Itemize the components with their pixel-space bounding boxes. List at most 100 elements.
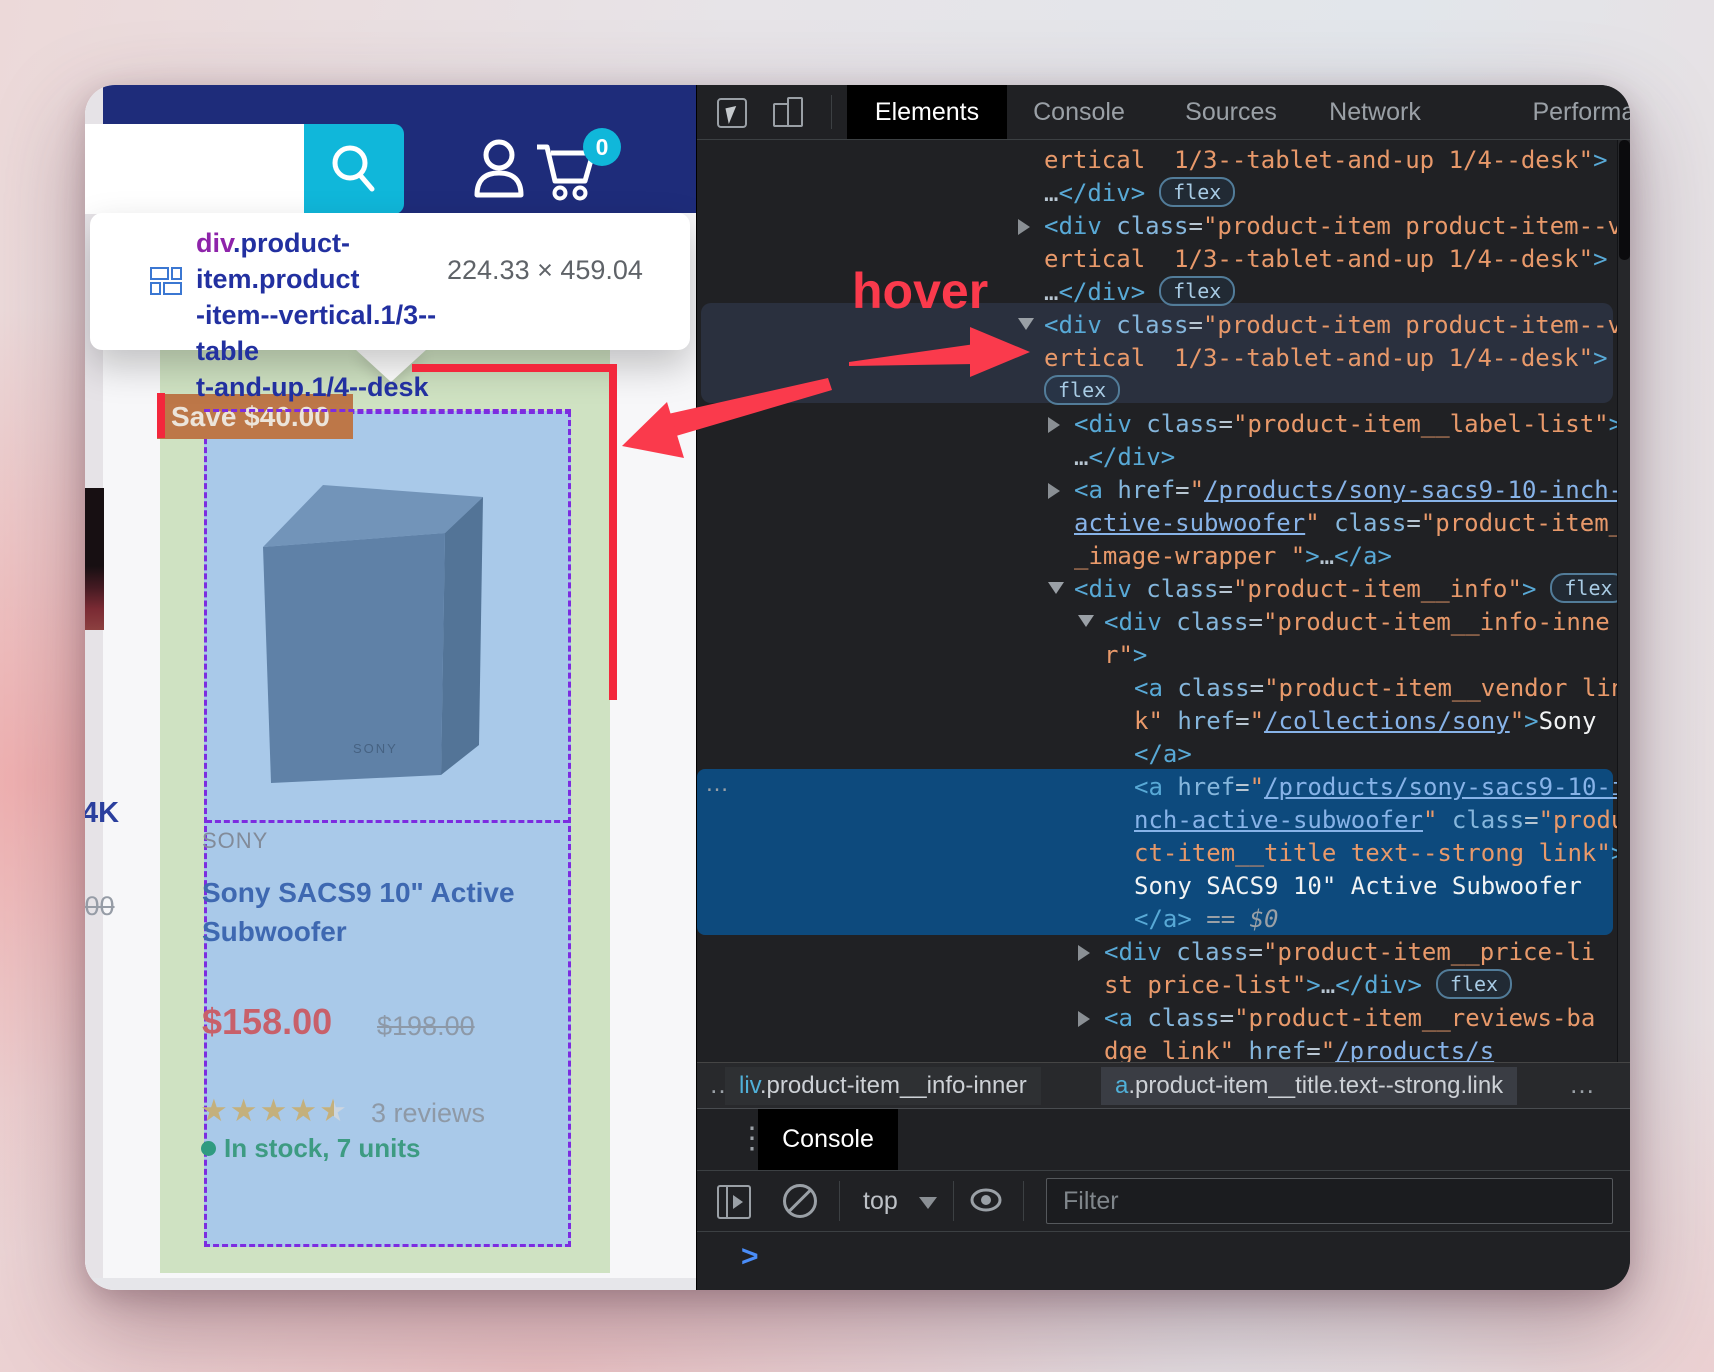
eye-icon[interactable] (969, 1185, 1003, 1215)
code-token: = (1249, 608, 1263, 636)
tab-console-drawer[interactable]: Console (758, 1109, 898, 1170)
devtools-tree-row[interactable]: ct-item__title text--strong link"> (1134, 837, 1625, 869)
devtools-tree-row[interactable]: <div class="product-item product-item--v (1044, 210, 1622, 242)
code-token: " (1510, 707, 1524, 735)
code-token: </a> (1134, 905, 1192, 933)
tab-performance[interactable]: Performance (1479, 85, 1630, 139)
devtools-tree-row[interactable]: …</div> (1074, 441, 1175, 473)
code-token: = (1219, 410, 1233, 438)
expand-open-icon[interactable] (1018, 318, 1034, 330)
breadcrumb-right-more[interactable]: … (1569, 1067, 1597, 1105)
devtools-tree-row[interactable]: <a class="product-item__vendor lin (1134, 672, 1625, 704)
search-button[interactable] (304, 124, 404, 214)
code-token: > (1593, 344, 1607, 372)
devtools-tree-row[interactable]: <a class="product-item__reviews-ba (1104, 1002, 1595, 1034)
tree-scrollbar-thumb[interactable] (1619, 140, 1630, 260)
code-token: class (1176, 938, 1248, 966)
devtools-tree-row[interactable]: k" href="/collections/sony">Sony (1134, 705, 1596, 737)
product-image-subwoofer[interactable]: SONY (235, 445, 495, 790)
devtools-tree-row[interactable]: …</div>flex (1044, 276, 1235, 308)
search-input[interactable] (85, 124, 304, 214)
expand-closed-icon[interactable] (1048, 417, 1060, 433)
expand-open-icon[interactable] (1048, 582, 1064, 594)
tab-elements[interactable]: Elements (847, 85, 1007, 139)
tree-scrollbar[interactable] (1617, 140, 1630, 1062)
code-token: " (1321, 1037, 1335, 1062)
tab-sources[interactable]: Sources (1171, 85, 1291, 139)
code-token: " (1423, 806, 1437, 834)
devtools-tree-row[interactable]: </a> == $0 (1134, 903, 1279, 935)
devtools-tree-row[interactable]: nch-active-subwoofer" class="produ (1134, 804, 1625, 836)
flex-badge[interactable]: flex (1436, 969, 1512, 999)
devtools-tree-row[interactable]: active-subwoofer" class="product-item_ (1074, 507, 1623, 539)
devtools-tree-row[interactable]: <div class="product-item__info-inne (1104, 606, 1610, 638)
tab-console[interactable]: Console (1019, 85, 1139, 139)
devtools-tree-row[interactable]: <a href="/products/sony-sacs9-10-i (1134, 771, 1625, 803)
devtools-tree-row[interactable]: Sony SACS9 10" Active Subwoofer (1134, 870, 1582, 902)
product-title-link[interactable]: Sony SACS9 10" Active Subwoofer (202, 873, 515, 951)
console-prompt-chevron[interactable]: > (741, 1240, 759, 1274)
code-token: class (1177, 674, 1249, 702)
code-token: ertical 1/3--tablet-and-up 1/4--desk" (1044, 245, 1593, 273)
devtools-tree-row[interactable]: <div class="product-item product-item--v (1044, 309, 1622, 341)
devtools-tree-row[interactable]: <div class="product-item__label-list"> (1074, 408, 1623, 440)
devtools-tree-row[interactable]: </a> (1134, 738, 1192, 770)
breadcrumb-item[interactable]: liv.product-item__info-inner (725, 1067, 1041, 1105)
account-icon[interactable] (471, 137, 527, 199)
code-token: /products/s (1335, 1037, 1494, 1062)
code-token: = (1189, 212, 1203, 240)
devtools-tree-row[interactable]: ertical 1/3--tablet-and-up 1/4--desk"> (1044, 243, 1608, 275)
code-token: st price-list" (1104, 971, 1306, 999)
code-token: = (1235, 773, 1249, 801)
overlay-dash-divider (206, 820, 569, 823)
code-token: = (1250, 674, 1264, 702)
code-token: "product-item__reviews-ba (1234, 1004, 1595, 1032)
devtools-tree-row[interactable]: ertical 1/3--tablet-and-up 1/4--desk"> (1044, 342, 1608, 374)
devtools-tree-row[interactable]: st price-list">…</div>flex (1104, 969, 1512, 1001)
expand-closed-icon[interactable] (1078, 945, 1090, 961)
clear-console-icon[interactable] (783, 1184, 817, 1218)
code-token: href (1177, 707, 1235, 735)
review-count[interactable]: 3 reviews (371, 1098, 485, 1129)
flex-badge[interactable]: flex (1159, 177, 1235, 207)
flex-badge[interactable]: flex (1159, 276, 1235, 306)
expand-open-icon[interactable] (1078, 615, 1094, 627)
devtools-tree-row[interactable]: r"> (1104, 639, 1147, 671)
product-vendor[interactable]: SONY (202, 828, 268, 854)
devtools-tree-row[interactable]: <div class="product-item__price-li (1104, 936, 1595, 968)
expand-closed-icon[interactable] (1078, 1011, 1090, 1027)
console-filter-input[interactable]: Filter (1046, 1178, 1613, 1224)
tooltip-dimensions: 224.33 × 459.04 (447, 255, 643, 286)
code-token: <a (1134, 773, 1163, 801)
code-token: = (1306, 1037, 1320, 1062)
flex-badge[interactable]: flex (1550, 573, 1626, 603)
expand-closed-icon[interactable] (1048, 483, 1060, 499)
tab-network[interactable]: Network (1315, 85, 1435, 139)
console-context-selector[interactable]: top (863, 1187, 898, 1216)
devtools-tree-row[interactable]: ertical 1/3--tablet-and-up 1/4--desk"> (1044, 144, 1608, 176)
device-toolbar-icon[interactable] (773, 97, 803, 127)
code-token: class (1147, 1004, 1219, 1032)
console-sidebar-toggle-icon[interactable] (717, 1185, 751, 1219)
star-rating[interactable]: ★★★★★★ (200, 1093, 349, 1129)
flex-badge[interactable]: flex (1044, 375, 1120, 405)
devtools-tree-row[interactable]: <a href="/products/sony-sacs9-10-inch- (1074, 474, 1623, 506)
code-token: ertical 1/3--tablet-and-up 1/4--desk" (1044, 146, 1593, 174)
code-token (1102, 311, 1116, 339)
code-token: " (1250, 773, 1264, 801)
devtools-tree-row[interactable]: dge link" href="/products/s (1104, 1035, 1494, 1062)
expand-closed-icon[interactable] (1018, 219, 1030, 235)
devtools-tree-row[interactable]: flex (1044, 375, 1120, 407)
breadcrumb-classes: .product-item__title.text--strong.link (1128, 1072, 1503, 1099)
devtools-tree-row[interactable]: …</div>flex (1044, 177, 1235, 209)
code-token: … (1321, 971, 1335, 999)
code-token: "product-item product-item--v (1203, 311, 1622, 339)
code-token: "product-item__price-li (1263, 938, 1595, 966)
code-token: class (1146, 575, 1218, 603)
code-token: </div> (1058, 278, 1145, 306)
devtools-tree-row[interactable]: _image-wrapper ">…</a> (1074, 540, 1392, 572)
inspect-element-icon[interactable] (717, 98, 747, 128)
breadcrumb-item-selected[interactable]: a.product-item__title.text--strong.link (1101, 1067, 1517, 1105)
devtools-tree-row[interactable]: <div class="product-item__info">flex (1074, 573, 1627, 605)
devtools-panel: … ertical 1/3--tablet-and-up 1/4--desk">… (696, 85, 1630, 1290)
